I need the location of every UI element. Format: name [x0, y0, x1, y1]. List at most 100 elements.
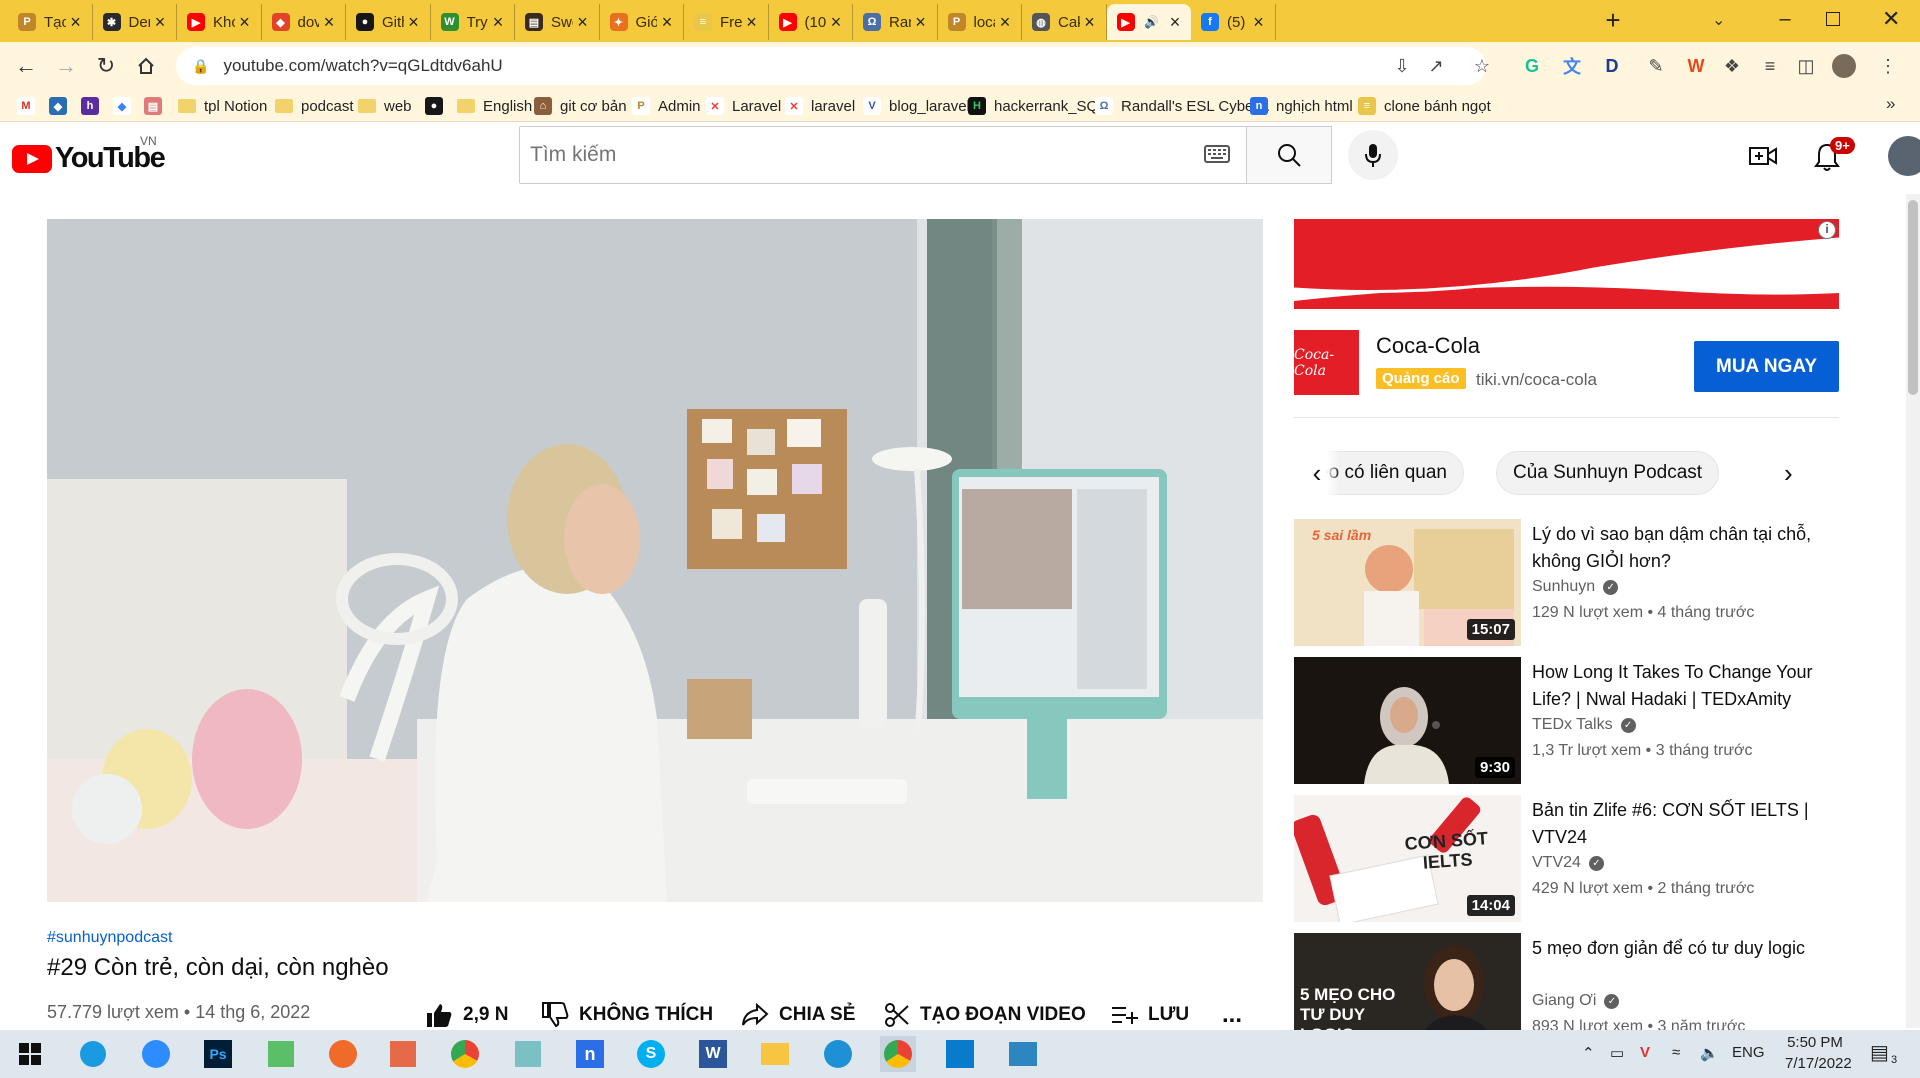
buy-now-button[interactable]: MUA NGAY [1694, 341, 1839, 392]
chip-scroll-right-button[interactable]: › [1764, 450, 1839, 496]
wifi-icon[interactable]: ≈ [1672, 1044, 1680, 1061]
tab-audio-icon[interactable]: 🔊 [1144, 15, 1159, 29]
bookmark-item[interactable]: podcast [275, 95, 354, 117]
browser-tab[interactable]: ✦ Giới× [600, 4, 684, 40]
menu-kebab-icon[interactable]: ⋮ [1876, 54, 1900, 78]
bookmark-item[interactable]: h [81, 95, 107, 117]
avatar[interactable] [1888, 136, 1920, 176]
close-tab-icon[interactable]: × [1165, 12, 1185, 33]
share-icon[interactable]: ↗ [1424, 54, 1448, 78]
new-tab-button[interactable]: + [1600, 7, 1626, 34]
chip-from-sunhuyn-podcast[interactable]: Của Sunhuyn Podcast [1496, 451, 1720, 495]
video-thumbnail[interactable]: CƠN SỐT IELTS 14:04 [1294, 795, 1521, 922]
back-arrow-icon[interactable]: ← [12, 52, 40, 80]
channel-name-row[interactable]: VTV24 ✓ [1532, 854, 1604, 872]
ad-info-icon[interactable]: i [1818, 221, 1836, 239]
browser-tab[interactable]: ▶ Khó× [177, 4, 262, 40]
clip-button[interactable]: TẠO ĐOẠN VIDEO [884, 1000, 1086, 1030]
search-button[interactable] [1246, 126, 1332, 184]
browser-tab[interactable]: Ploca× [938, 4, 1022, 40]
notification-center-icon[interactable]: ▤ [1870, 1040, 1889, 1065]
bookmark-item[interactable]: ≡ clone bánh ngọt [1358, 95, 1491, 117]
battery-icon[interactable]: ▭ [1610, 1044, 1624, 1062]
like-button[interactable]: 2,9 N [425, 1000, 508, 1030]
browser-tab[interactable]: ▶ 🔊 × [1106, 4, 1191, 40]
dislike-button[interactable]: KHÔNG THÍCH [541, 1000, 713, 1030]
xampp-icon[interactable] [385, 1036, 421, 1072]
volume-icon[interactable]: 🔈 [1700, 1044, 1719, 1062]
close-tab-icon[interactable]: × [319, 12, 339, 33]
close-tab-icon[interactable]: × [742, 12, 762, 33]
bookmark-item[interactable]: ◆ [49, 95, 75, 117]
bookmark-item[interactable]: ✕ Laravel [706, 95, 781, 117]
app-icon[interactable] [263, 1036, 299, 1072]
reload-icon[interactable]: ↻ [92, 52, 120, 80]
language-indicator[interactable]: ENG [1732, 1044, 1765, 1061]
voice-search-button[interactable] [1348, 130, 1398, 180]
browser-tab[interactable]: W Tryi× [431, 4, 515, 40]
browser-tab[interactable]: ◆ dov × [262, 4, 346, 40]
recommendation-item[interactable]: CƠN SỐT IELTS 14:04 Bản tin Zlife #6: CƠ… [1294, 795, 1839, 923]
address-bar[interactable]: 🔒 youtube.com/watch?v=qGLdtdv6ahU [176, 47, 1486, 85]
bookmark-item[interactable]: ▤ [144, 95, 170, 117]
close-tab-icon[interactable]: × [66, 12, 86, 33]
channel-name-row[interactable]: Giang Ơi ✓ [1532, 992, 1620, 1010]
video-hashtag[interactable]: #sunhuynpodcast [47, 929, 172, 947]
chip-scroll-left-button[interactable]: ‹ [1294, 450, 1340, 496]
video-thumbnail[interactable]: 9:30 [1294, 657, 1521, 784]
bookmark-item[interactable]: Ω Randall's ESL Cyber... [1095, 95, 1270, 117]
bookmark-item[interactable]: English [457, 95, 532, 117]
restore-button[interactable] [1826, 12, 1840, 26]
tray-overflow-icon[interactable]: ⌃ [1582, 1044, 1595, 1062]
notion-n-icon[interactable]: n [572, 1036, 608, 1072]
bookmark-item[interactable]: ● [425, 95, 451, 117]
zoom-icon[interactable] [138, 1036, 174, 1072]
video-player-app-icon[interactable] [1005, 1036, 1041, 1072]
extensions-puzzle-icon[interactable]: ❖ [1720, 54, 1744, 78]
channel-name-row[interactable]: TEDx Talks ✓ [1532, 716, 1636, 734]
save-button[interactable]: LƯU [1110, 1000, 1189, 1030]
bookmark-item[interactable]: web [358, 95, 412, 117]
recommendation-title[interactable]: Bản tin Zlife #6: CƠN SỐT IELTS | VTV24 [1532, 797, 1822, 851]
bookmark-item[interactable]: n nghịch html [1250, 95, 1353, 117]
forward-arrow-icon[interactable]: → [52, 52, 80, 80]
chrome-active-icon[interactable] [880, 1036, 916, 1072]
bookmark-item[interactable]: ◆ [113, 95, 139, 117]
coca-cola-logo[interactable]: Coca-Cola [1294, 330, 1359, 395]
close-tab-icon[interactable]: × [911, 12, 931, 33]
bookmark-item[interactable]: ✕ laravel [785, 95, 855, 117]
video-thumbnail[interactable]: 5 MẸO CHO TƯ DUY LOGIC [1294, 933, 1521, 1030]
bookmark-item[interactable]: ⌂ git cơ bản [534, 95, 627, 117]
keyboard-icon[interactable] [1204, 145, 1230, 163]
browser-tab[interactable]: P Tạo× [8, 4, 93, 40]
bookmark-star-icon[interactable]: ☆ [1470, 54, 1494, 78]
word-icon[interactable]: W [695, 1036, 731, 1072]
ad-banner[interactable] [1294, 219, 1839, 309]
channel-name-row[interactable]: Sunhuyn ✓ [1532, 578, 1619, 596]
tab-search-icon[interactable]: ⌄ [1712, 10, 1725, 30]
video-thumbnail[interactable]: 5 sai lầm 15:07 [1294, 519, 1521, 646]
bookmark-item[interactable]: P Admin [632, 95, 701, 117]
clock[interactable]: 5:50 PM 7/17/2022 [1785, 1034, 1852, 1072]
browser-tab[interactable]: ▤ Swe× [515, 4, 600, 40]
browser-tab[interactable]: ✱ Den× [93, 4, 177, 40]
close-window-button[interactable]: ✕ [1882, 6, 1900, 32]
recommendation-item[interactable]: 9:30 How Long It Takes To Change Your Li… [1294, 657, 1839, 785]
more-actions-button[interactable]: ... [1222, 1000, 1242, 1030]
close-tab-icon[interactable]: × [150, 12, 170, 33]
windows-start-icon[interactable] [12, 1036, 48, 1072]
close-tab-icon[interactable]: × [404, 12, 424, 33]
scrollbar-thumb[interactable] [1908, 200, 1918, 395]
dashlane-icon[interactable]: D [1600, 54, 1624, 78]
skype-icon[interactable]: S [633, 1036, 669, 1072]
install-icon[interactable]: ⇩ [1390, 54, 1414, 78]
recommendation-title[interactable]: 5 mẹo đơn giản để có tư duy logic [1532, 935, 1822, 962]
bookmark-item[interactable]: M [17, 95, 43, 117]
file-explorer-icon[interactable] [757, 1036, 793, 1072]
bookmark-item[interactable]: tpl Notion [178, 95, 267, 117]
vscode-icon[interactable] [942, 1036, 978, 1072]
reading-list-icon[interactable]: ≡ [1758, 54, 1782, 78]
side-panel-icon[interactable]: ◫ [1794, 54, 1818, 78]
browser-tab[interactable]: ◍ Cak× [1022, 4, 1107, 40]
bookmark-item[interactable]: Vblog_laravel [863, 95, 970, 117]
